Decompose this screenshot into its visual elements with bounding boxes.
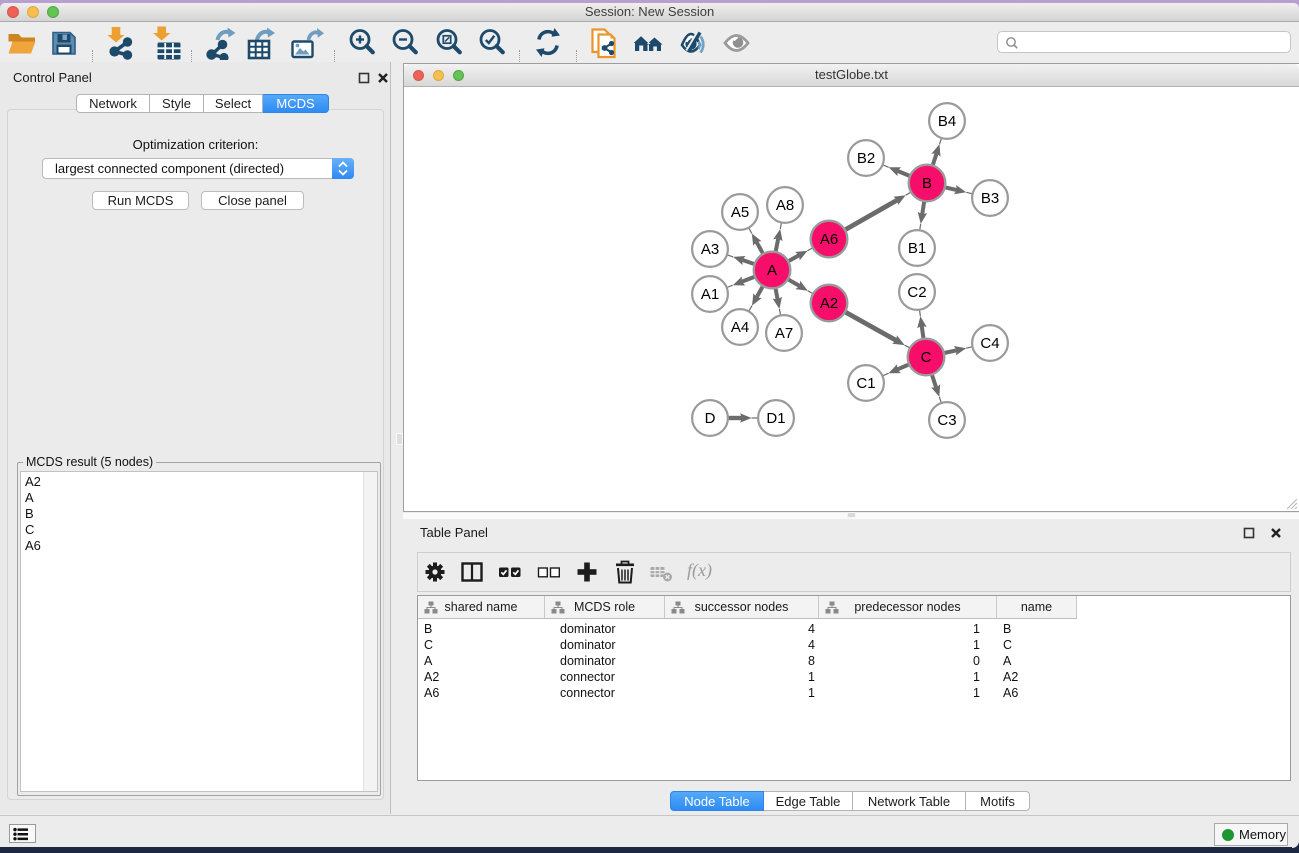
svg-text:C2: C2 (907, 284, 926, 301)
svg-text:A1: A1 (701, 286, 719, 303)
svg-text:B: B (922, 175, 932, 192)
svg-text:C1: C1 (856, 375, 875, 392)
svg-text:B1: B1 (908, 240, 926, 257)
svg-text:B4: B4 (938, 113, 956, 130)
svg-text:B2: B2 (857, 150, 875, 167)
svg-text:C: C (921, 349, 932, 366)
svg-text:A6: A6 (820, 231, 838, 248)
svg-text:A3: A3 (701, 241, 719, 258)
svg-text:A2: A2 (820, 295, 838, 312)
svg-text:A5: A5 (731, 204, 749, 221)
svg-text:A8: A8 (776, 197, 794, 214)
svg-text:A4: A4 (731, 319, 749, 336)
svg-text:C4: C4 (980, 335, 999, 352)
svg-text:A7: A7 (775, 325, 793, 342)
svg-text:D1: D1 (766, 410, 785, 427)
svg-text:D: D (705, 410, 716, 427)
svg-text:A: A (767, 262, 777, 279)
svg-text:C3: C3 (937, 412, 956, 429)
svg-text:B3: B3 (981, 190, 999, 207)
